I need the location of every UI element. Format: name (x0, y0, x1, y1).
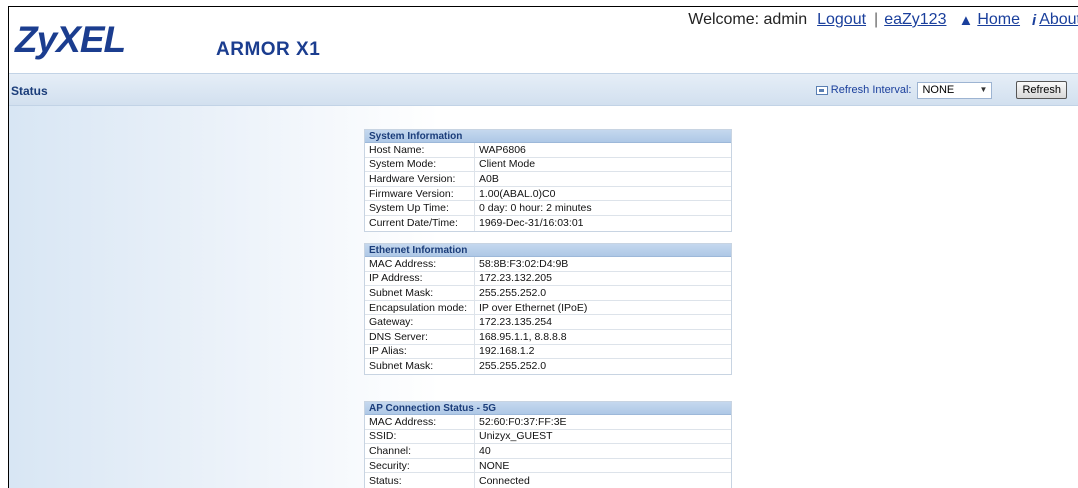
table-row: Subnet Mask: 255.255.252.0 (365, 359, 731, 374)
row-label: SSID: (365, 429, 475, 444)
table-row: MAC Address: 58:8B:F3:02:D4:9B (365, 257, 731, 272)
row-label: Host Name: (365, 143, 475, 157)
ethernet-information-panel: Ethernet Information MAC Address: 58:8B:F… (364, 243, 732, 375)
row-label: Encapsulation mode: (365, 300, 475, 315)
table-row: Encapsulation mode: IP over Ethernet (IPo… (365, 300, 731, 316)
header: ZyXEL ARMOR X1 Welcome: admin Logout | e… (9, 7, 1078, 73)
table-row: Firmware Version: 1.00(ABAL.0)C0 (365, 186, 731, 202)
row-value: 1.00(ABAL.0)C0 (479, 187, 556, 200)
logout-link[interactable]: Logout (817, 11, 866, 29)
row-value: 40 (479, 444, 491, 457)
table-row: IP Address: 172.23.132.205 (365, 271, 731, 287)
row-value: Client Mode (479, 158, 536, 171)
row-label: MAC Address: (365, 415, 475, 429)
nav-separator: | (874, 11, 879, 28)
row-label: System Up Time: (365, 201, 475, 215)
table-row: Status: Connected (365, 473, 731, 488)
row-label: DNS Server: (365, 329, 475, 344)
about-link[interactable]: About (1039, 11, 1078, 29)
row-label: MAC Address: (365, 257, 475, 271)
row-value: NONE (479, 459, 510, 472)
refresh-button[interactable]: Refresh (1016, 81, 1067, 99)
status-bar: Status Refresh Interval: NONE ▼ Refresh (9, 73, 1078, 106)
ethernet-info-rows: MAC Address: 58:8B:F3:02:D4:9B IP Address… (365, 257, 731, 374)
top-nav: Welcome: admin Logout | eaZy123 ▲ Home i… (688, 11, 1078, 29)
row-label: Current Date/Time: (365, 215, 475, 231)
row-value: 58:8B:F3:02:D4:9B (479, 257, 569, 270)
row-label: Status: (365, 473, 475, 488)
row-label: Channel: (365, 444, 475, 458)
ap-connection-status-panel: AP Connection Status - 5G MAC Address: 52… (364, 401, 732, 488)
system-info-rows: Host Name: WAP6806 System Mode: Client Mod… (365, 143, 731, 231)
row-value: Connected (479, 474, 530, 487)
table-row: System Mode: Client Mode (365, 157, 731, 173)
row-label: System Mode: (365, 157, 475, 172)
table-row: Channel: 40 (365, 444, 731, 459)
row-value: 192.168.1.2 (479, 345, 535, 358)
table-row: Subnet Mask: 255.255.252.0 (365, 286, 731, 301)
system-information-panel: System Information Host Name: WAP6806 Sys… (364, 129, 732, 232)
row-value: IP over Ethernet (IPoE) (479, 301, 588, 314)
row-label: Gateway: (365, 315, 475, 329)
refresh-interval-label: Refresh Interval: (830, 84, 912, 96)
panel-title: AP Connection Status - 5G (365, 402, 731, 415)
row-value: WAP6806 (479, 143, 526, 156)
table-row: SSID: Unizyx_GUEST (365, 429, 731, 445)
row-label: Subnet Mask: (365, 286, 475, 300)
table-row: Security: NONE (365, 458, 731, 474)
refresh-interval-value: NONE (922, 84, 955, 96)
row-value: 172.23.135.254 (479, 316, 552, 329)
panel-title: System Information (365, 130, 731, 143)
product-name: ARMOR X1 (216, 39, 321, 60)
table-row: Hardware Version: A0B (365, 172, 731, 187)
table-row: Host Name: WAP6806 (365, 143, 731, 158)
row-value: A0B (479, 172, 499, 185)
row-value: 52:60:F0:37:FF:3E (479, 415, 567, 428)
row-value: 255.255.252.0 (479, 286, 547, 299)
row-value: Unizyx_GUEST (479, 430, 553, 443)
page-title: Status (11, 84, 48, 98)
home-link[interactable]: Home (977, 11, 1020, 29)
table-row: DNS Server: 168.95.1.1, 8.8.8.8 (365, 329, 731, 345)
table-row: System Up Time: 0 day: 0 hour: 2 minutes (365, 201, 731, 216)
row-value: 1969-Dec-31/16:03:01 (479, 217, 584, 230)
refresh-controls: Refresh Interval: NONE ▼ Refresh (815, 81, 1067, 99)
row-value: 255.255.252.0 (479, 360, 547, 373)
ap-status-rows: MAC Address: 52:60:F0:37:FF:3E SSID: Unizy… (365, 415, 731, 488)
row-label: Subnet Mask: (365, 359, 475, 374)
refresh-interval-icon (815, 85, 828, 95)
table-row: IP Alias: 192.168.1.2 (365, 344, 731, 360)
row-value: 168.95.1.1, 8.8.8.8 (479, 330, 567, 343)
eazy123-link[interactable]: eaZy123 (884, 11, 946, 29)
table-row: Current Date/Time: 1969-Dec-31/16:03:01 (365, 215, 731, 231)
home-icon[interactable]: ▲ (958, 12, 973, 29)
app-window: ZyXEL ARMOR X1 Welcome: admin Logout | e… (8, 6, 1078, 488)
row-label: IP Alias: (365, 344, 475, 359)
table-row: Gateway: 172.23.135.254 (365, 315, 731, 330)
refresh-interval-select[interactable]: NONE ▼ (917, 81, 993, 99)
row-value: 0 day: 0 hour: 2 minutes (479, 202, 592, 215)
table-row: MAC Address: 52:60:F0:37:FF:3E (365, 415, 731, 430)
row-label: IP Address: (365, 271, 475, 286)
main-content: Status Refresh Interval: NONE ▼ Refresh … (9, 73, 1078, 488)
chevron-down-icon: ▼ (979, 84, 988, 94)
row-value: 172.23.132.205 (479, 272, 552, 285)
panel-title: Ethernet Information (365, 244, 731, 257)
row-label: Firmware Version: (365, 186, 475, 201)
about-icon[interactable]: i (1032, 12, 1036, 29)
row-label: Hardware Version: (365, 172, 475, 186)
row-label: Security: (365, 458, 475, 473)
zyxel-logo: ZyXEL (15, 19, 126, 60)
welcome-text: Welcome: admin (688, 11, 808, 28)
